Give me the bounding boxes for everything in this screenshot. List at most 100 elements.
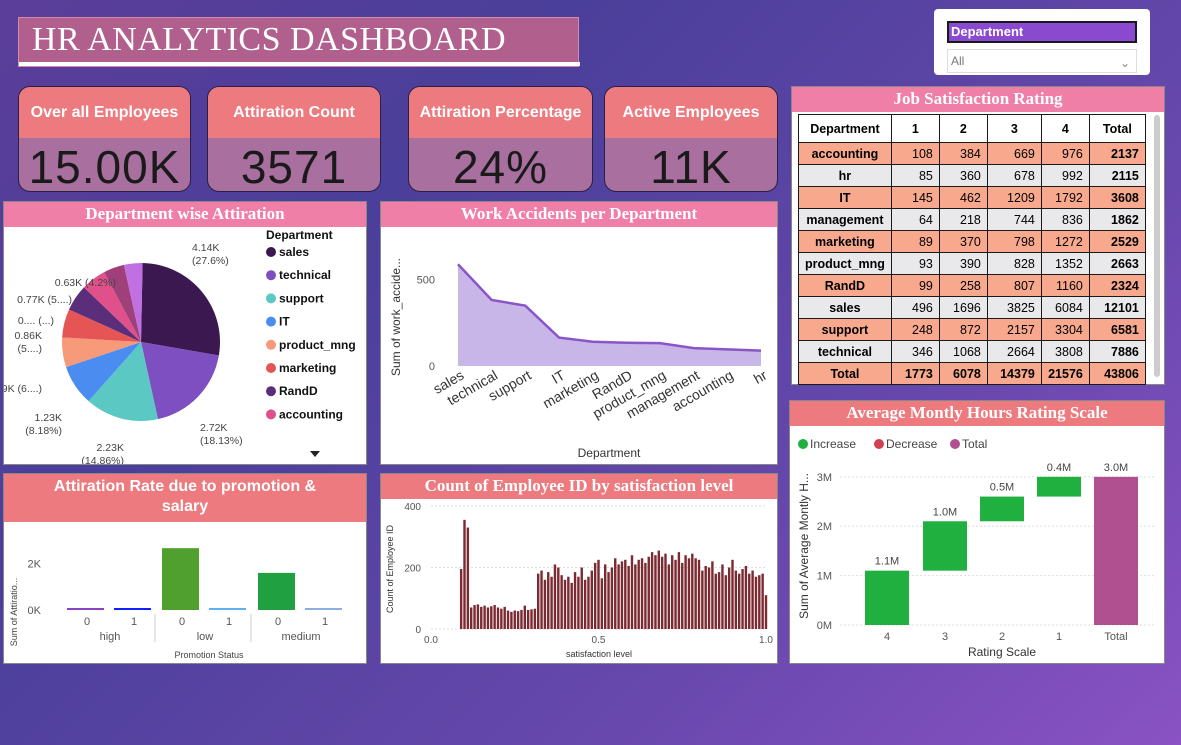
hist-bar[interactable] [644, 562, 647, 629]
table-row[interactable]: marketing 89 370 798 1272 2529 [798, 230, 1146, 253]
hist-bar[interactable] [580, 567, 583, 630]
hours-legend-item[interactable]: Total [962, 437, 987, 451]
waterfall-bar[interactable] [980, 496, 1024, 522]
hist-bar[interactable] [526, 609, 530, 629]
column-header[interactable]: 3 [986, 114, 1042, 143]
hist-bar[interactable] [717, 572, 721, 629]
hist-bar[interactable] [463, 519, 466, 629]
hist-bar[interactable] [691, 553, 694, 629]
slicer-dropdown[interactable]: All ⌄ [947, 49, 1137, 73]
hist-bar[interactable] [540, 570, 543, 629]
hist-bar[interactable] [466, 527, 470, 629]
pie-chart[interactable]: 4.14K(27.6%) 2.72K(18.13%) 2.23K(14.86%) 1.… [0, 227, 366, 467]
hist-bar[interactable] [563, 579, 567, 629]
hist-bar[interactable] [614, 558, 617, 629]
hist-bar[interactable] [604, 564, 607, 629]
promo-bar[interactable] [209, 608, 246, 610]
hist-bar[interactable] [459, 569, 463, 629]
hist-bar[interactable] [537, 573, 540, 629]
hours-legend-item[interactable]: Decrease [886, 437, 938, 451]
hours-legend-item[interactable]: Increase [810, 437, 856, 451]
table-row[interactable]: sales 496 1696 3825 6084 12101 [798, 296, 1146, 319]
hist-bar[interactable] [697, 559, 701, 629]
hist-bar[interactable] [567, 576, 570, 629]
hist-bar[interactable] [751, 570, 754, 629]
waterfall-bar[interactable] [865, 570, 909, 625]
accidents-chart[interactable]: 0500salestechnicalsupport ITmarketingRand… [381, 227, 777, 464]
hist-bar[interactable] [557, 567, 560, 630]
hist-bar[interactable] [553, 564, 557, 629]
promo-bar[interactable] [162, 548, 199, 610]
hist-bar[interactable] [500, 608, 503, 629]
pie-legend-item[interactable]: IT [279, 315, 290, 329]
hist-bar[interactable] [590, 570, 593, 629]
hist-bar[interactable] [654, 555, 657, 629]
hist-bar[interactable] [583, 579, 587, 629]
column-header[interactable]: Department [798, 114, 892, 143]
hist-bar[interactable] [473, 605, 476, 629]
hist-bar[interactable] [627, 565, 630, 629]
promo-bar[interactable] [114, 608, 151, 610]
hist-bar[interactable] [480, 606, 483, 629]
hist-bar[interactable] [701, 570, 704, 629]
hist-bar[interactable] [543, 579, 547, 629]
hist-bar[interactable] [761, 573, 764, 629]
hist-bar[interactable] [550, 576, 553, 629]
hist-bar[interactable] [714, 573, 717, 629]
hist-bar[interactable] [610, 567, 614, 630]
promo-bar[interactable] [258, 572, 295, 610]
hist-bar[interactable] [674, 559, 677, 629]
hist-bar[interactable] [624, 559, 627, 629]
pie-legend-item[interactable]: product_mng [279, 338, 356, 352]
hist-bar[interactable] [496, 607, 500, 629]
table-row[interactable]: management 64 218 744 836 1862 [798, 208, 1146, 231]
hist-bar[interactable] [593, 562, 597, 629]
hist-bar[interactable] [470, 607, 473, 629]
hist-bar[interactable] [510, 611, 513, 629]
hist-bar[interactable] [727, 567, 731, 630]
table-row[interactable]: technical 346 1068 2664 3808 7886 [798, 340, 1146, 363]
hist-bar[interactable] [721, 564, 724, 629]
column-header[interactable]: 2 [938, 114, 988, 143]
pie-legend-item[interactable]: support [279, 291, 324, 305]
hist-bar[interactable] [516, 611, 520, 629]
hist-bar[interactable] [681, 562, 684, 629]
pie-legend-item[interactable]: sales [279, 245, 309, 259]
waterfall-bar[interactable] [923, 521, 967, 571]
hist-bar[interactable] [707, 567, 711, 630]
hist-bar[interactable] [486, 607, 490, 629]
hist-bar[interactable] [754, 576, 758, 629]
pie-legend-item[interactable]: RandD [279, 384, 318, 398]
column-header[interactable]: 1 [890, 114, 940, 143]
hist-bar[interactable] [764, 595, 768, 629]
waterfall-bar[interactable] [1094, 476, 1138, 625]
column-header[interactable]: 4 [1040, 114, 1090, 143]
table-row[interactable]: IT 145 462 1209 1792 3608 [798, 186, 1146, 209]
table-row[interactable]: hr 85 360 678 992 2115 [798, 164, 1146, 187]
hist-bar[interactable] [530, 609, 533, 629]
table-row[interactable]: accounting 108 384 669 976 2137 [798, 142, 1146, 165]
hist-bar[interactable] [731, 559, 734, 629]
hist-bar[interactable] [547, 572, 550, 629]
legend-scroll-down-icon[interactable] [310, 451, 320, 457]
hist-bar[interactable] [483, 605, 486, 629]
hist-bar[interactable] [506, 610, 510, 629]
hist-bar[interactable] [738, 573, 741, 629]
hist-bar[interactable] [630, 555, 634, 629]
hist-bar[interactable] [513, 610, 516, 629]
pie-legend-item[interactable]: marketing [279, 361, 336, 375]
pie-legend-item[interactable]: technical [279, 268, 331, 282]
hist-bar[interactable] [577, 576, 580, 629]
hist-bar[interactable] [573, 572, 577, 629]
satisfaction-chart[interactable]: 0 200 400 0.0 0.5 1.0 Count of Employee ID sati… [381, 499, 777, 663]
hist-bar[interactable] [600, 578, 604, 629]
hist-bar[interactable] [694, 558, 697, 629]
hist-bar[interactable] [640, 558, 644, 629]
hist-bar[interactable] [523, 605, 526, 629]
table-row[interactable]: RandD 99 258 807 1160 2324 [798, 274, 1146, 297]
pie-legend-item[interactable]: accounting [279, 407, 343, 421]
hist-bar[interactable] [684, 555, 687, 629]
hist-bar[interactable] [620, 561, 624, 629]
hist-bar[interactable] [667, 564, 671, 629]
hist-bar[interactable] [490, 606, 493, 629]
